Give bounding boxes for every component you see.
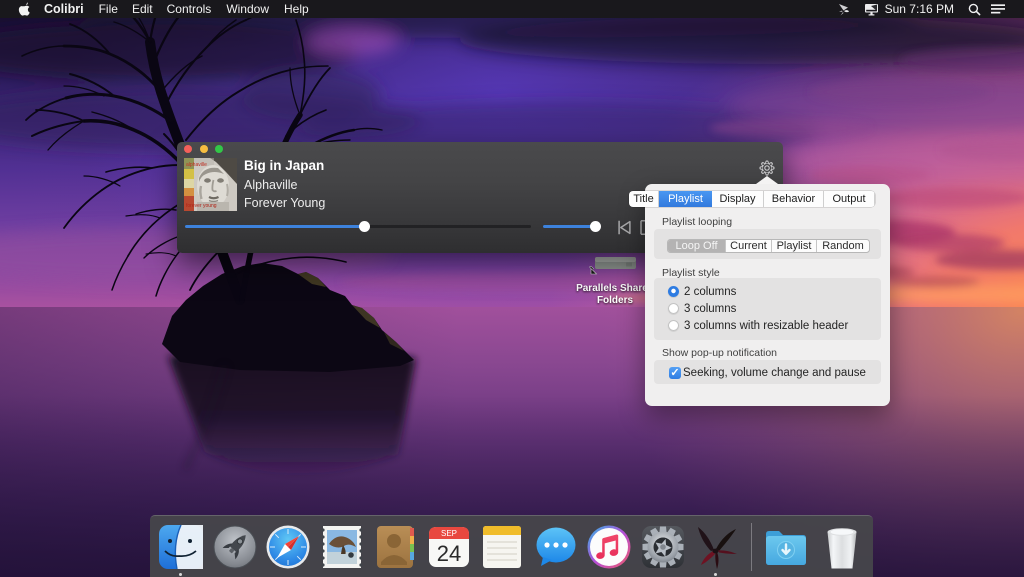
svg-text:forever young: forever young (186, 203, 217, 209)
svg-text:alphaville: alphaville (186, 162, 207, 168)
svg-text:24: 24 (436, 541, 460, 566)
svg-text:SEP: SEP (440, 529, 456, 538)
